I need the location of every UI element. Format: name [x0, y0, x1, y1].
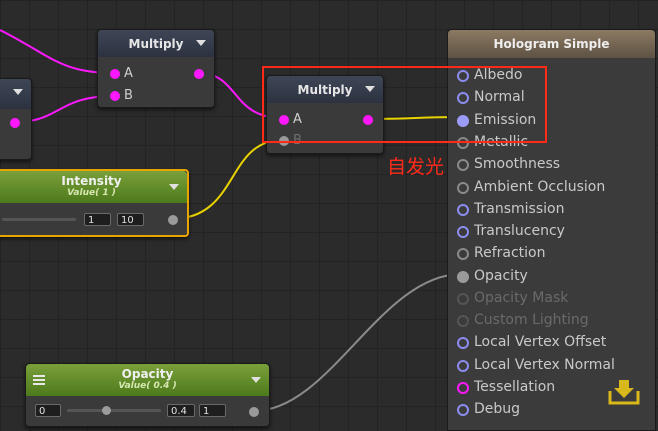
slider-knob[interactable] — [102, 406, 111, 415]
port-icon[interactable] — [457, 182, 469, 194]
min-field[interactable]: 1 — [84, 213, 111, 226]
input-ambient-occlusion[interactable]: Ambient Occlusion — [448, 178, 648, 198]
chevron-down-icon[interactable] — [196, 40, 206, 46]
port-icon[interactable] — [457, 226, 469, 238]
input-refraction[interactable]: Refraction — [448, 244, 648, 264]
input-custom-lighting[interactable]: Custom Lighting — [448, 311, 648, 331]
input-port-a[interactable] — [110, 69, 120, 79]
value-field[interactable]: 0.4 — [167, 404, 195, 417]
port-icon[interactable] — [457, 360, 469, 372]
port-icon[interactable] — [457, 159, 469, 171]
port-icon[interactable] — [457, 315, 469, 327]
wire-opacity-out — [253, 273, 462, 412]
port-icon[interactable] — [457, 382, 469, 394]
node-subtitle: Value( 0.4 ) — [118, 381, 177, 391]
port-icon[interactable] — [457, 248, 469, 260]
menu-icon[interactable] — [33, 375, 45, 385]
output-port[interactable] — [10, 118, 20, 128]
node-title: Multiply — [128, 36, 184, 51]
node-title: Opacity — [121, 367, 174, 381]
port-label-a: A — [124, 66, 133, 81]
output-port[interactable] — [168, 215, 178, 225]
chevron-down-icon[interactable] — [169, 184, 179, 190]
chevron-down-icon[interactable] — [251, 377, 261, 383]
input-port-b[interactable] — [110, 91, 120, 101]
opacity-property-node[interactable]: Opacity Value( 0.4 ) 0 0.4 1 — [25, 363, 270, 427]
node-subtitle: Value( 1 ) — [67, 188, 116, 198]
max-field[interactable]: 10 — [117, 213, 144, 226]
input-local-vertex-offset[interactable]: Local Vertex Offset — [448, 333, 648, 353]
port-icon[interactable] — [457, 404, 469, 416]
max-field[interactable]: 1 — [199, 404, 226, 417]
input-transmission[interactable]: Transmission — [448, 200, 648, 220]
port-icon[interactable] — [457, 337, 469, 349]
input-smoothness[interactable]: Smoothness — [448, 155, 648, 175]
input-translucency[interactable]: Translucency — [448, 222, 648, 242]
port-icon[interactable] — [457, 293, 469, 305]
port-icon[interactable] — [457, 204, 469, 216]
input-opacity[interactable]: Opacity — [448, 267, 648, 287]
multiply-node-top[interactable]: Multiply A B — [97, 29, 215, 108]
node-title: Intensity — [61, 174, 122, 188]
input-local-vertex-normal[interactable]: Local Vertex Normal — [448, 356, 648, 376]
min-field[interactable]: 0 — [35, 404, 61, 417]
output-port[interactable] — [194, 69, 204, 79]
input-opacity-mask[interactable]: Opacity Mask — [448, 289, 648, 309]
chevron-down-icon[interactable] — [13, 89, 23, 95]
value-slider[interactable] — [67, 409, 161, 412]
port-label-b: B — [124, 88, 133, 103]
intensity-property-node[interactable]: Intensity Value( 1 ) 1 10 — [0, 169, 189, 237]
port-icon[interactable] — [457, 271, 469, 283]
highlight-box — [262, 66, 547, 143]
output-port[interactable] — [249, 407, 259, 417]
master-title: Hologram Simple — [493, 37, 610, 51]
download-icon[interactable] — [607, 377, 641, 407]
value-slider[interactable] — [2, 218, 76, 221]
left-partial-node[interactable] — [0, 78, 32, 160]
annotation-label: 自发光 — [387, 156, 445, 178]
